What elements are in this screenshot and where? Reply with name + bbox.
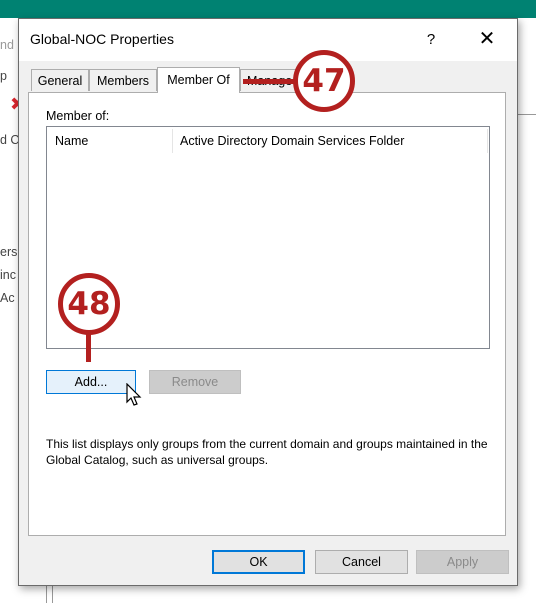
background-divider: [52, 584, 53, 603]
add-button[interactable]: Add...: [46, 370, 136, 394]
background-text-fragment: d C: [0, 133, 20, 147]
tab-members[interactable]: Members: [89, 69, 157, 91]
tab-member-of[interactable]: Member Of: [157, 67, 240, 93]
info-text: This list displays only groups from the …: [46, 437, 488, 467]
tab-general[interactable]: General: [31, 69, 89, 91]
background-divider: [46, 584, 47, 603]
background-text-fragment: p: [0, 69, 7, 83]
cancel-button[interactable]: Cancel: [315, 550, 408, 574]
mouse-pointer-icon: [126, 383, 142, 406]
close-button[interactable]: ✕: [473, 25, 501, 53]
background-text-fragment: ers: [0, 245, 18, 259]
background-title-bar: [0, 0, 536, 18]
help-button[interactable]: ?: [419, 27, 443, 53]
callout-badge: 48: [58, 273, 120, 335]
background-text-fragment: inc: [0, 268, 16, 282]
background-text-fragment: Ac: [0, 291, 15, 305]
ok-button[interactable]: OK: [212, 550, 305, 574]
column-header-name[interactable]: Name: [55, 127, 88, 155]
callout-leader-line: [243, 79, 299, 84]
column-header-folder[interactable]: Active Directory Domain Services Folder: [180, 127, 404, 155]
apply-button[interactable]: Apply: [416, 550, 509, 574]
member-of-label: Member of:: [46, 109, 110, 123]
column-separator[interactable]: [172, 129, 173, 153]
dialog-title: Global-NOC Properties: [30, 31, 174, 47]
dialog-title-bar[interactable]: Global-NOC Properties ? ✕: [19, 19, 517, 61]
background-divider: [516, 114, 536, 115]
background-text-fragment: nd: [0, 38, 14, 52]
remove-button[interactable]: Remove: [149, 370, 241, 394]
callout-badge: 47: [293, 50, 355, 112]
column-separator[interactable]: [487, 129, 488, 153]
